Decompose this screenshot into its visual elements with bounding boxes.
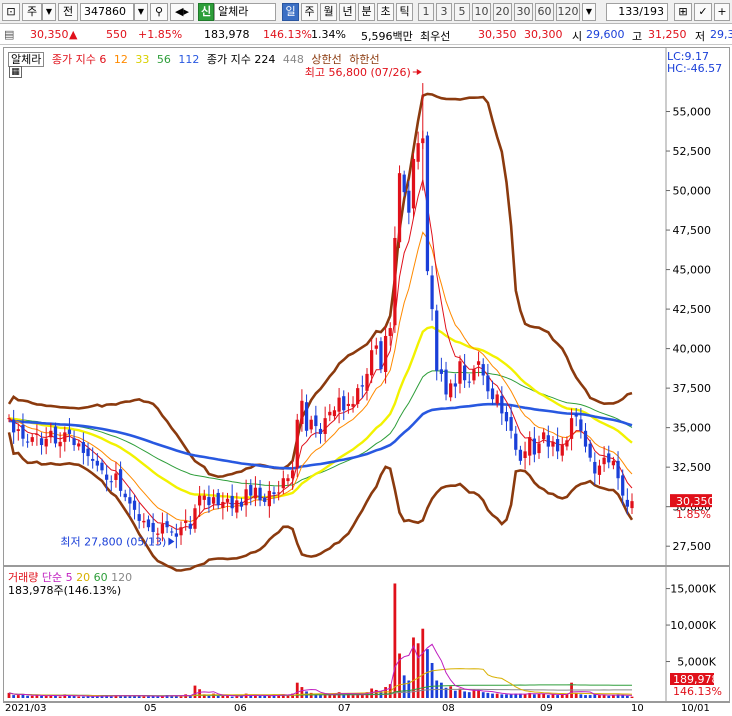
hc-value: HC:-46.57 (667, 62, 723, 75)
period-tab-week[interactable]: 주 (301, 3, 318, 21)
interval-10[interactable]: 10 (472, 3, 491, 21)
date-tick: 07 (338, 703, 351, 714)
period-tab-tick[interactable]: 틱 (396, 3, 413, 21)
code-dropdown-chevron-icon[interactable]: ▼ (134, 3, 148, 21)
grid-settings-icon[interactable]: ⊞ (674, 3, 692, 21)
interval-5[interactable]: 5 (454, 3, 470, 21)
date-tick: 10/01 (681, 703, 710, 714)
date-tick: 05 (144, 703, 157, 714)
envelope-legend-label[interactable]: 종가 지수 224 (207, 53, 275, 66)
date-tick: 10 (631, 703, 644, 714)
quote-panel-icon[interactable]: ▤ (4, 28, 14, 41)
more-icon[interactable]: + (714, 3, 730, 21)
ma112-legend[interactable]: 112 (178, 53, 199, 66)
low-price: 29,3 (710, 28, 732, 41)
date-tick: 2021/03 (5, 703, 47, 714)
page-counter[interactable]: 133/193 (606, 3, 668, 21)
lower-limit-legend[interactable]: 하한선 (349, 53, 379, 66)
period-tab-day[interactable]: 일 (282, 3, 299, 21)
period-tab-minute[interactable]: 분 (358, 3, 375, 21)
sound-icon[interactable]: ◀▸ (170, 3, 194, 21)
low-label: 저 (695, 30, 706, 43)
date-tick: 09 (540, 703, 553, 714)
period-tab-year[interactable]: 년 (339, 3, 356, 21)
best-quote-label: 최우선 (420, 30, 451, 43)
lc-hc-readout: LC:9.17 HC:-46.57 (667, 51, 722, 75)
market-select[interactable]: 주 (22, 3, 42, 21)
chart-settings-icon[interactable]: ⊡ (2, 3, 20, 21)
chart-legend: 알체라 종가 지수 6 12 33 56 112 종가 지수 224 448 상… (8, 51, 384, 67)
high-price: 31,250 (648, 28, 687, 41)
trading-volume: 183,978 (204, 28, 250, 41)
new-listing-badge: 신 (198, 3, 214, 21)
ma56-legend[interactable]: 56 (157, 53, 171, 66)
type-select[interactable]: 전 (58, 3, 78, 21)
period-tab-second[interactable]: 초 (377, 3, 394, 21)
best-ask: 30,350 (478, 28, 517, 41)
ma-legend-label[interactable]: 종가 지수 6 (52, 53, 106, 66)
table-toggle-icon[interactable]: ▦ (9, 66, 22, 78)
turnover-rate: 1.34% (311, 28, 346, 41)
stock-code-input[interactable]: 347860 (80, 3, 134, 21)
price-change: 550 (106, 28, 127, 41)
current-price: 30,350 (30, 28, 69, 41)
volume-value-readout: 183,978주(146.13%) (8, 584, 122, 597)
search-icon[interactable]: ⚲ (150, 3, 168, 21)
high-label: 고 (632, 30, 643, 43)
interval-1[interactable]: 1 (418, 3, 434, 21)
interval-60[interactable]: 60 (535, 3, 554, 21)
interval-20[interactable]: 20 (493, 3, 512, 21)
interval-120[interactable]: 120 (556, 3, 580, 21)
ma33-legend[interactable]: 33 (135, 53, 149, 66)
interval-dropdown-chevron-icon[interactable]: ▼ (582, 3, 596, 21)
interval-30[interactable]: 30 (514, 3, 533, 21)
price-chart-panel[interactable] (3, 47, 730, 566)
date-tick: 06 (234, 703, 247, 714)
trading-amount: 5,596백만 (361, 30, 413, 43)
env448-legend[interactable]: 448 (283, 53, 304, 66)
best-bid: 30,300 (524, 28, 563, 41)
volume-ratio: 146.13% (263, 28, 312, 41)
upper-limit-legend[interactable]: 상한선 (311, 53, 341, 66)
date-tick: 08 (442, 703, 455, 714)
stock-legend[interactable]: 알체라 (8, 52, 45, 67)
up-arrow-icon: ▲ (69, 28, 78, 41)
period-tab-month[interactable]: 월 (320, 3, 337, 21)
market-dropdown-chevron-icon[interactable]: ▼ (42, 3, 56, 21)
toolbar: ⊡ 주 ▼ 전 347860 ▼ ⚲ ◀▸ 신 알체라 일 주 월 년 분 초 … (0, 0, 732, 24)
date-axis: 2021/03 05 06 07 08 09 10 10/01 (3, 702, 730, 716)
stock-name-field[interactable]: 알체라 (214, 3, 276, 21)
change-percent: +1.85% (138, 28, 183, 41)
check-icon[interactable]: ✓ (694, 3, 712, 21)
open-label: 시 (572, 30, 583, 43)
interval-3[interactable]: 3 (436, 3, 452, 21)
ma12-legend[interactable]: 12 (114, 53, 128, 66)
quote-bar: ▤ 30,350 ▲ 550 +1.85% 183,978 146.13% 1.… (0, 25, 732, 45)
open-price: 29,600 (586, 28, 625, 41)
